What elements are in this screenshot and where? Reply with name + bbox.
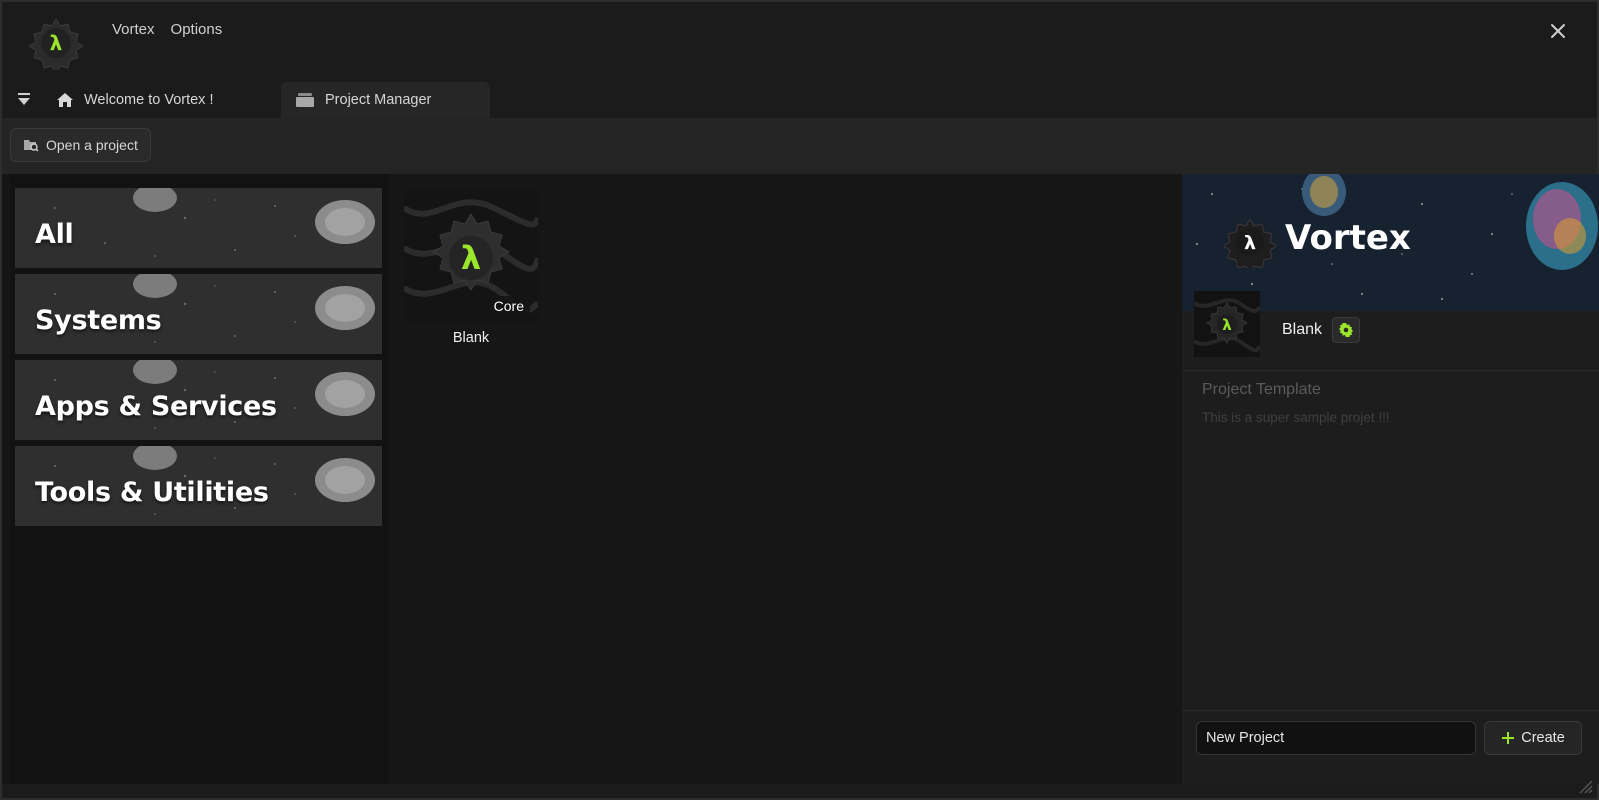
description-title: Project Template — [1202, 381, 1321, 398]
archive-icon — [296, 93, 314, 107]
tab-welcome[interactable]: Welcome to Vortex ! — [42, 82, 227, 118]
toolbar: Open a project — [2, 118, 1597, 174]
close-icon[interactable] — [1547, 20, 1569, 42]
template-name: Blank — [452, 330, 490, 346]
template-detail-panel: λ Vortex λ Blank Project Template This i… — [1182, 174, 1599, 784]
resize-grip-icon[interactable] — [1577, 778, 1593, 794]
open-project-label: Open a project — [46, 137, 138, 153]
tab-bar: Welcome to Vortex ! Project Manager — [2, 80, 1597, 118]
app-window: λ Vortex Options Welcome to Vortex ! Pro — [0, 0, 1599, 800]
category-all[interactable]: All — [15, 188, 382, 268]
selected-template-thumbnail: λ — [1194, 291, 1260, 357]
folder-search-icon — [24, 140, 39, 152]
category-tools-utilities[interactable]: Tools & Utilities — [15, 446, 382, 526]
core-badge: Core — [487, 296, 530, 316]
project-name-input[interactable] — [1196, 721, 1476, 755]
category-label: Apps & Services — [35, 391, 277, 422]
tab-welcome-label: Welcome to Vortex ! — [84, 92, 214, 108]
open-project-button[interactable]: Open a project — [10, 128, 151, 162]
banner-title: Vortex — [1285, 218, 1411, 258]
tab-project-manager[interactable]: Project Manager — [281, 82, 490, 118]
vortex-logo-icon: λ — [1224, 217, 1276, 268]
plus-icon — [1502, 732, 1515, 744]
category-label: Tools & Utilities — [35, 477, 269, 508]
menu-options[interactable]: Options — [171, 21, 223, 38]
create-bar: Create — [1182, 710, 1599, 784]
gear-icon — [1339, 323, 1353, 337]
menu-bar: Vortex Options — [112, 21, 222, 38]
selected-template-name: Blank — [1282, 321, 1323, 338]
template-grid: λ Core Blank — [394, 174, 1180, 784]
template-thumbnail: λ Core — [404, 188, 538, 322]
title-bar: λ Vortex Options — [2, 2, 1597, 78]
main-area: All Systems Apps & Services Tools & Util… — [2, 174, 1599, 784]
description-text: This is a super sample projet !!! — [1202, 410, 1390, 425]
category-label: Systems — [35, 305, 162, 336]
svg-text:λ: λ — [1244, 232, 1256, 254]
create-button-label: Create — [1521, 730, 1565, 746]
template-settings-button[interactable] — [1332, 317, 1360, 343]
create-button[interactable]: Create — [1484, 721, 1582, 755]
vortex-logo-icon: λ — [29, 17, 83, 70]
selected-template-row: λ Blank — [1182, 291, 1599, 371]
svg-text:λ: λ — [50, 31, 63, 55]
svg-text:λ: λ — [1222, 316, 1232, 334]
category-sidebar: All Systems Apps & Services Tools & Util… — [10, 174, 388, 784]
tab-dropdown-icon[interactable] — [16, 90, 32, 108]
category-systems[interactable]: Systems — [15, 274, 382, 354]
category-label: All — [35, 219, 74, 250]
menu-vortex[interactable]: Vortex — [112, 21, 155, 38]
category-apps-services[interactable]: Apps & Services — [15, 360, 382, 440]
template-card-blank[interactable]: λ Core Blank — [404, 188, 538, 346]
home-icon — [57, 93, 73, 107]
vortex-logo-icon: λ — [1194, 291, 1260, 357]
svg-text:λ: λ — [461, 239, 481, 277]
tab-project-manager-label: Project Manager — [325, 92, 432, 108]
